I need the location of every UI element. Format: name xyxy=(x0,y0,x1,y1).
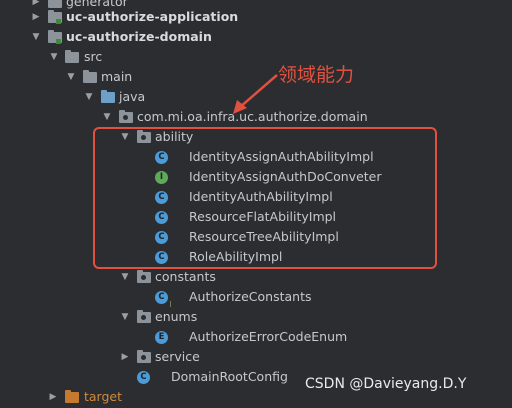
tree-item-label: DomainRootConfig xyxy=(171,369,288,384)
chevron-right-icon[interactable]: ▶ xyxy=(120,352,130,362)
module-folder-icon xyxy=(47,29,62,45)
folder-icon xyxy=(82,69,97,85)
enum-icon: E xyxy=(154,330,169,345)
tree-item-label: constants xyxy=(155,269,216,284)
chevron-down-icon[interactable]: ▼ xyxy=(66,72,76,82)
chevron-down-icon[interactable]: ▼ xyxy=(49,52,59,62)
tree-row-domain-module[interactable]: ▼ uc-authorize-domain xyxy=(0,27,512,47)
tree-row-application-module[interactable]: ▶ uc-authorize-application xyxy=(0,7,512,27)
chevron-down-icon[interactable]: ▼ xyxy=(102,112,112,122)
chevron-right-icon[interactable]: ▶ xyxy=(48,392,58,402)
tree-row-enums[interactable]: ▼ enums xyxy=(0,307,512,327)
tree-item-label: src xyxy=(84,49,103,64)
tree-item-label: main xyxy=(101,69,133,84)
tree-item-label: AuthorizeConstants xyxy=(189,289,312,304)
chevron-right-icon[interactable]: ▶ xyxy=(31,0,41,7)
tree-item-label: uc-authorize-application xyxy=(66,9,239,24)
chevron-right-icon[interactable]: ▶ xyxy=(31,12,41,22)
chevron-down-icon[interactable]: ▼ xyxy=(31,32,41,42)
package-icon xyxy=(136,309,151,325)
tree-item-label: AuthorizeErrorCodeEnum xyxy=(189,329,348,344)
chevron-down-icon[interactable]: ▼ xyxy=(120,272,130,282)
highlight-box xyxy=(93,127,437,269)
folder-icon xyxy=(64,49,79,65)
tree-item-label: enums xyxy=(155,309,198,324)
source-folder-icon xyxy=(100,89,115,105)
tree-row-enum[interactable]: E AuthorizeErrorCodeEnum xyxy=(0,327,512,347)
annotation-arrow-icon xyxy=(233,74,278,114)
tree-item-label: uc-authorize-domain xyxy=(66,29,212,44)
chevron-down-icon[interactable]: ▼ xyxy=(120,312,130,322)
excluded-folder-icon xyxy=(64,389,79,405)
package-icon xyxy=(118,109,133,125)
tree-row-class[interactable]: C AuthorizeConstants xyxy=(0,287,512,307)
class-icon: C xyxy=(136,370,151,385)
tree-row-constants[interactable]: ▼ constants xyxy=(0,267,512,287)
module-folder-icon xyxy=(47,9,62,25)
tree-item-label: target xyxy=(84,389,123,404)
watermark: CSDN @Davieyang.D.Y xyxy=(305,376,467,392)
annotation-text: 领域能力 xyxy=(278,64,355,86)
tree-row-service[interactable]: ▶ service xyxy=(0,347,512,367)
package-icon xyxy=(136,349,151,365)
tree-item-label: java xyxy=(119,89,146,104)
chevron-down-icon[interactable]: ▼ xyxy=(84,92,94,102)
package-icon xyxy=(136,269,151,285)
tree-row-src[interactable]: ▼ src xyxy=(0,47,512,67)
tree-item-label: service xyxy=(155,349,200,364)
class-icon: C xyxy=(154,290,169,305)
